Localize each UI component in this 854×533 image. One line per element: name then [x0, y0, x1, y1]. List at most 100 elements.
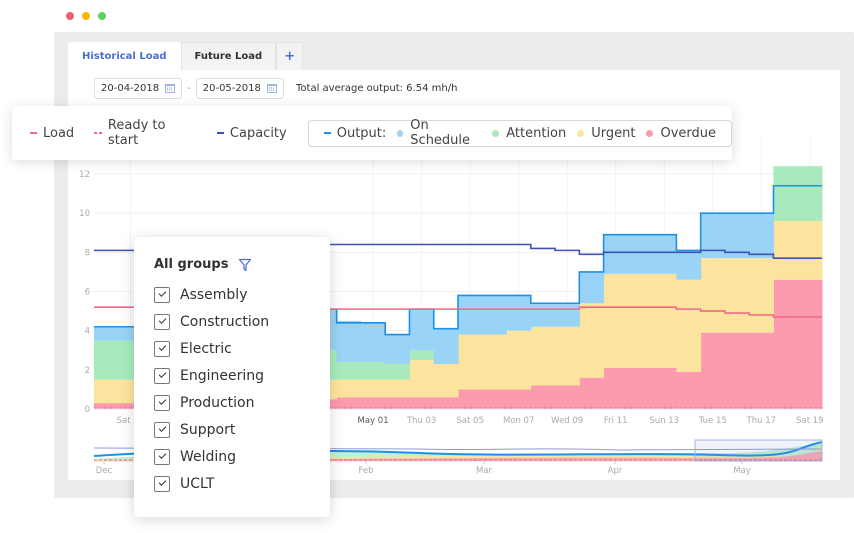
navigator-tick-label: Dec: [96, 466, 113, 476]
group-label: Support: [180, 421, 236, 438]
bar-segment-urgent: [458, 334, 483, 390]
bar-segment-attention: [773, 166, 799, 221]
load-chart: 024681012Sat 21 May 01 Thu 03 Sat 05 Mon 07 W…: [79, 134, 825, 476]
bar-segment-on-schedule: [530, 303, 556, 327]
bar-segment-on-schedule: [724, 213, 750, 259]
bar-segment-overdue: [530, 385, 556, 409]
checkbox-checked[interactable]: [154, 421, 170, 438]
bar-segment-on-schedule: [700, 213, 726, 259]
bar-segment-urgent: [360, 379, 386, 398]
checkbox-checked[interactable]: [154, 367, 170, 384]
y-tick-label: 12: [79, 170, 90, 180]
legend-overdue-label: Overdue: [660, 125, 716, 141]
bar-segment-overdue: [458, 389, 483, 409]
group-item-assembly[interactable]: Assembly: [154, 281, 330, 308]
bar-segment-overdue: [603, 367, 629, 409]
legend-urgent[interactable]: Urgent: [577, 126, 635, 141]
bar-segment-overdue: [676, 371, 702, 409]
checkbox-checked[interactable]: [154, 340, 170, 357]
legend-capacity[interactable]: Capacity: [216, 125, 287, 141]
x-tick-label: Wed 09: [551, 416, 583, 426]
bar-segment-on-schedule: [385, 334, 410, 364]
urgent-dot-icon: [577, 129, 585, 137]
legend-ready-to-start[interactable]: Ready to start: [94, 118, 197, 148]
group-item-production[interactable]: Production: [154, 389, 330, 416]
bar-segment-on-schedule: [749, 213, 774, 259]
legend-on-schedule[interactable]: On Schedule: [397, 118, 481, 148]
bar-segment-on-schedule: [482, 295, 508, 335]
checkbox-checked[interactable]: [154, 394, 170, 411]
bar-segment-overdue: [579, 377, 605, 409]
bar-segment-on-schedule: [579, 271, 605, 304]
navigator-selection: [694, 439, 823, 462]
legend-on-schedule-label: On Schedule: [410, 118, 471, 148]
legend-output-group: Output: On Schedule Attention Urgent Ove…: [307, 118, 732, 148]
legend-ready-label: Ready to start: [107, 118, 166, 148]
checkbox-checked[interactable]: [154, 448, 170, 465]
bar-segment-overdue: [360, 397, 386, 409]
x-tick-label: Thu 03: [406, 416, 436, 426]
capacity-line-icon: [216, 132, 224, 134]
group-item-engineering[interactable]: Engineering: [154, 362, 330, 389]
bar-segment-overdue: [385, 397, 410, 409]
y-tick-label: 8: [85, 248, 90, 258]
group-item-uclt[interactable]: UCLT: [154, 470, 330, 497]
bar-segment-on-schedule: [94, 326, 119, 341]
bar-segment-overdue: [627, 367, 653, 409]
bar-segment-urgent: [433, 363, 459, 398]
group-label: Welding: [180, 448, 237, 465]
bar-segment-urgent: [652, 273, 677, 368]
bar-segment-attention: [385, 363, 410, 380]
groups-list: Assembly Construction Electric Engineeri…: [154, 281, 330, 497]
bar-segment-overdue: [433, 397, 459, 409]
navigator-tick-label: Mar: [476, 466, 493, 476]
groups-filter-title: All groups: [154, 257, 229, 272]
checkbox-checked[interactable]: [154, 286, 170, 303]
group-item-support[interactable]: Support: [154, 416, 330, 443]
x-tick-label: Sun 13: [649, 416, 679, 426]
bar-segment-urgent: [773, 221, 799, 280]
y-tick-label: 4: [85, 327, 90, 337]
checkbox-checked[interactable]: [154, 313, 170, 330]
legend-attention[interactable]: Attention: [492, 126, 566, 141]
legend-load[interactable]: Load: [30, 126, 74, 141]
bar-segment-urgent: [627, 273, 653, 368]
bar-segment-on-schedule: [458, 295, 483, 335]
attention-dot-icon: [492, 129, 500, 137]
bar-segment-urgent: [579, 303, 605, 378]
x-tick-label: Tue 15: [698, 416, 727, 426]
bar-segment-urgent: [385, 379, 410, 398]
group-item-construction[interactable]: Construction: [154, 308, 330, 335]
x-tick-label: Mon 07: [503, 416, 534, 426]
legend-output[interactable]: Output:: [323, 125, 387, 141]
bar-segment-urgent: [336, 379, 362, 398]
load-line-icon: [30, 132, 37, 134]
bar-segment-overdue: [336, 397, 362, 409]
legend-output-label: Output:: [336, 125, 387, 141]
bar-segment-overdue: [409, 397, 435, 409]
filter-icon[interactable]: [238, 258, 252, 272]
group-label: UCLT: [180, 475, 215, 492]
groups-filter-header[interactable]: All groups: [154, 257, 330, 272]
checkbox-checked[interactable]: [154, 475, 170, 492]
bar-segment-overdue: [652, 367, 677, 409]
on-schedule-dot-icon: [397, 129, 404, 137]
bar-segment-on-schedule: [652, 234, 677, 274]
group-item-welding[interactable]: Welding: [154, 443, 330, 470]
legend-capacity-label: Capacity: [229, 125, 287, 141]
bar-segment-overdue: [773, 279, 799, 409]
legend-overdue[interactable]: Overdue: [646, 126, 716, 141]
overdue-dot-icon: [646, 129, 654, 137]
bar-segment-attention: [336, 362, 362, 380]
group-item-electric[interactable]: Electric: [154, 335, 330, 362]
x-tick-label: Sat 05: [456, 416, 483, 426]
group-label: Assembly: [180, 286, 248, 303]
y-tick-label: 2: [85, 366, 90, 376]
bar-segment-overdue: [797, 279, 823, 409]
bar-segment-urgent: [700, 258, 726, 333]
group-label: Electric: [180, 340, 232, 357]
group-label: Construction: [180, 313, 270, 330]
bar-segment-attention: [360, 362, 386, 380]
x-tick-label: Fri 11: [604, 416, 628, 426]
navigator-tick-label: Feb: [358, 466, 373, 476]
